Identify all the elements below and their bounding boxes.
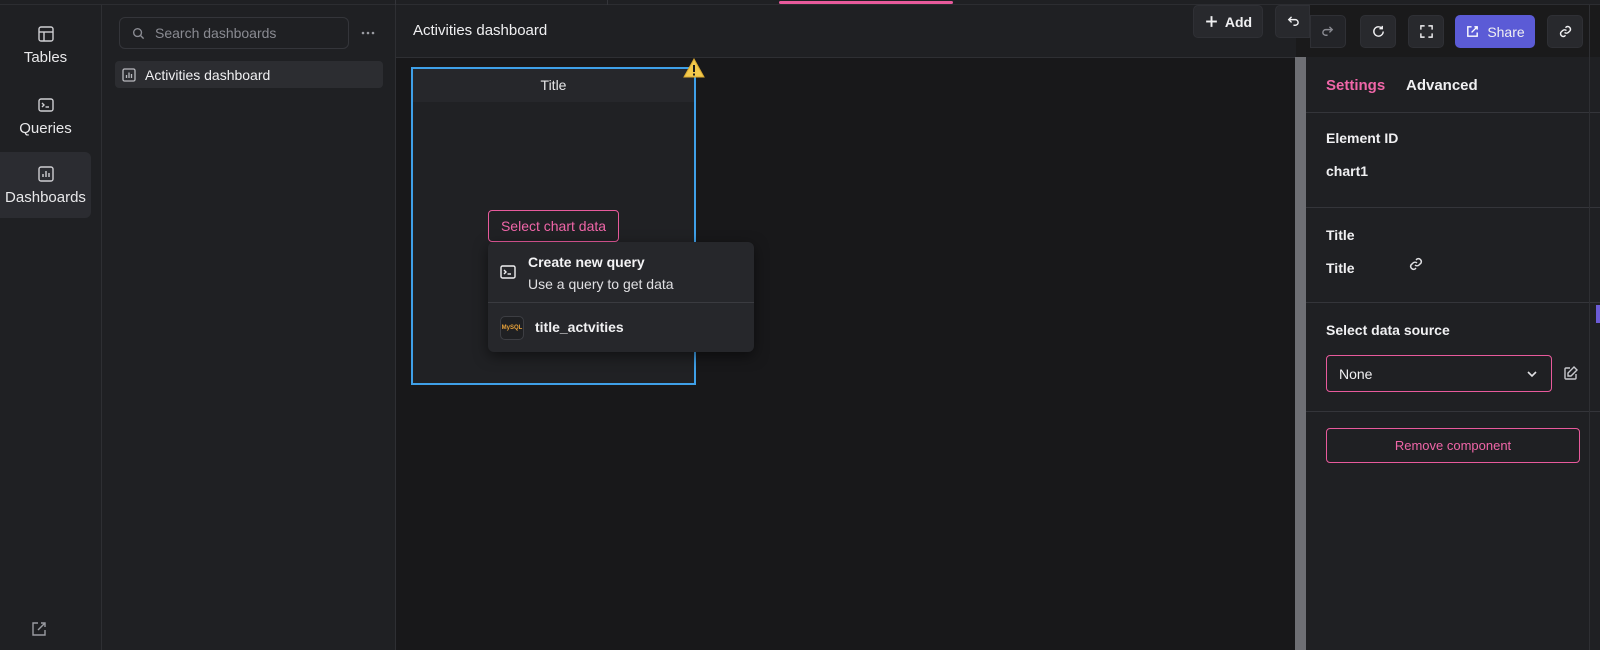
chart-title: Title	[413, 69, 694, 102]
right-edge-line	[1589, 5, 1590, 650]
title-value[interactable]: Title	[1326, 260, 1355, 276]
rail-item-dashboards[interactable]: Dashboards	[0, 152, 91, 218]
panel-resize-handle[interactable]	[1295, 57, 1306, 650]
element-id-value: chart1	[1326, 163, 1369, 179]
dashboard-list-item[interactable]: Activities dashboard	[115, 61, 383, 88]
chevron-down-icon	[1527, 370, 1537, 377]
edit-icon[interactable]	[1563, 365, 1579, 381]
data-source-label: Select data source	[1326, 322, 1450, 338]
settings-panel: Settings Advanced Element ID chart1 Titl…	[1306, 57, 1600, 650]
dashboards-panel: Activities dashboard	[102, 5, 396, 650]
link-icon[interactable]	[1408, 256, 1424, 272]
undo-button[interactable]	[1275, 5, 1310, 38]
add-button-label: Add	[1224, 13, 1253, 30]
refresh-button[interactable]	[1360, 15, 1396, 48]
warning-icon[interactable]	[683, 57, 705, 79]
settings-tabs: Settings Advanced	[1306, 57, 1600, 113]
divider	[1306, 302, 1600, 303]
data-source-value: None	[1339, 365, 1373, 382]
divider	[1306, 411, 1600, 412]
title-label: Title	[1326, 227, 1355, 243]
search-input[interactable]	[155, 25, 335, 41]
share-button-label: Share	[1487, 23, 1525, 40]
remove-component-button[interactable]: Remove component	[1326, 428, 1580, 463]
create-new-query-option[interactable]: Create new query Use a query to get data	[488, 242, 754, 303]
terminal-icon	[500, 265, 516, 279]
more-options-icon[interactable]	[356, 23, 380, 43]
redo-button[interactable]	[1310, 15, 1346, 48]
page-title: Activities dashboard	[413, 22, 548, 39]
rail-item-tables[interactable]: Tables	[0, 12, 91, 78]
table-icon	[37, 25, 54, 42]
refresh-icon	[1372, 25, 1384, 37]
external-link-icon[interactable]	[30, 620, 48, 638]
rail-item-queries[interactable]: Queries	[0, 83, 91, 149]
toolbar: Activities dashboard Add	[396, 5, 1310, 58]
undo-icon	[1287, 16, 1299, 26]
redo-icon	[1321, 26, 1333, 36]
search-icon	[132, 27, 145, 39]
data-source-select[interactable]: None	[1326, 355, 1552, 392]
mysql-icon: MySQL	[500, 316, 524, 340]
add-button[interactable]: Add	[1193, 5, 1263, 38]
search-box[interactable]	[119, 17, 349, 49]
share-button[interactable]: Share	[1455, 15, 1535, 48]
query-option-name: title_actvities	[535, 319, 624, 335]
rail-item-label: Tables	[23, 48, 68, 66]
chart-data-dropdown: Create new query Use a query to get data…	[488, 242, 754, 352]
copy-link-button[interactable]	[1547, 15, 1583, 48]
rail-item-label: Queries	[19, 119, 72, 137]
fullscreen-button[interactable]	[1408, 15, 1444, 48]
external-link-icon	[1467, 26, 1479, 37]
create-new-query-subtitle: Use a query to get data	[528, 276, 674, 292]
element-id-label: Element ID	[1326, 130, 1399, 146]
dashboard-list-item-label: Activities dashboard	[145, 66, 271, 83]
query-option[interactable]: MySQL title_actvities	[488, 304, 754, 352]
plus-icon	[1206, 16, 1217, 27]
link-icon	[1559, 25, 1571, 38]
terminal-icon	[37, 97, 54, 112]
left-rail: Tables Queries Dashboards	[0, 5, 102, 650]
right-edge-marker	[1596, 305, 1600, 323]
rail-item-label: Dashboards	[5, 188, 86, 206]
active-tab-indicator	[779, 1, 953, 4]
chart-icon	[37, 165, 54, 182]
app: Tables Queries Dashboards Activities das…	[0, 0, 1600, 650]
tab-settings[interactable]: Settings	[1326, 77, 1385, 94]
create-new-query-title: Create new query	[528, 254, 645, 270]
chart-icon	[122, 67, 136, 82]
fullscreen-icon	[1419, 25, 1433, 38]
tab-advanced[interactable]: Advanced	[1406, 77, 1478, 94]
divider	[1306, 207, 1600, 208]
select-chart-data-button[interactable]: Select chart data	[488, 210, 619, 242]
